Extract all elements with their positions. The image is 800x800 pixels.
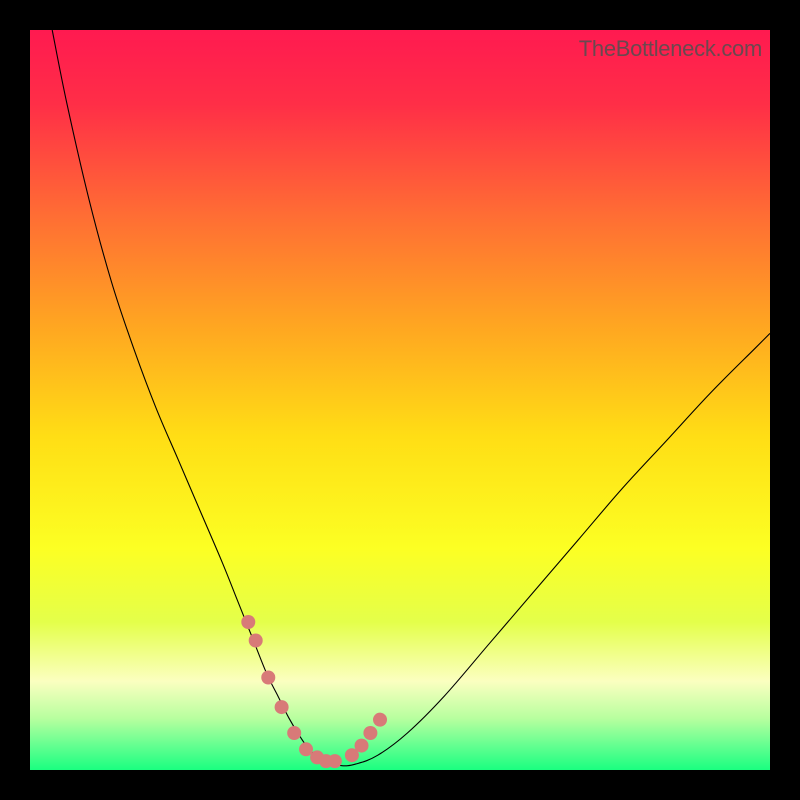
chart-plot-area: TheBottleneck.com xyxy=(30,30,770,770)
chart-background xyxy=(30,30,770,770)
marker-dot xyxy=(328,754,342,768)
marker-dot xyxy=(355,739,369,753)
marker-dot xyxy=(287,726,301,740)
watermark-label: TheBottleneck.com xyxy=(579,36,762,62)
marker-dot xyxy=(373,713,387,727)
chart-svg xyxy=(30,30,770,770)
marker-dot xyxy=(363,726,377,740)
marker-dot xyxy=(275,700,289,714)
marker-dot xyxy=(261,671,275,685)
chart-frame: TheBottleneck.com xyxy=(0,0,800,800)
marker-dot xyxy=(249,634,263,648)
marker-dot xyxy=(241,615,255,629)
